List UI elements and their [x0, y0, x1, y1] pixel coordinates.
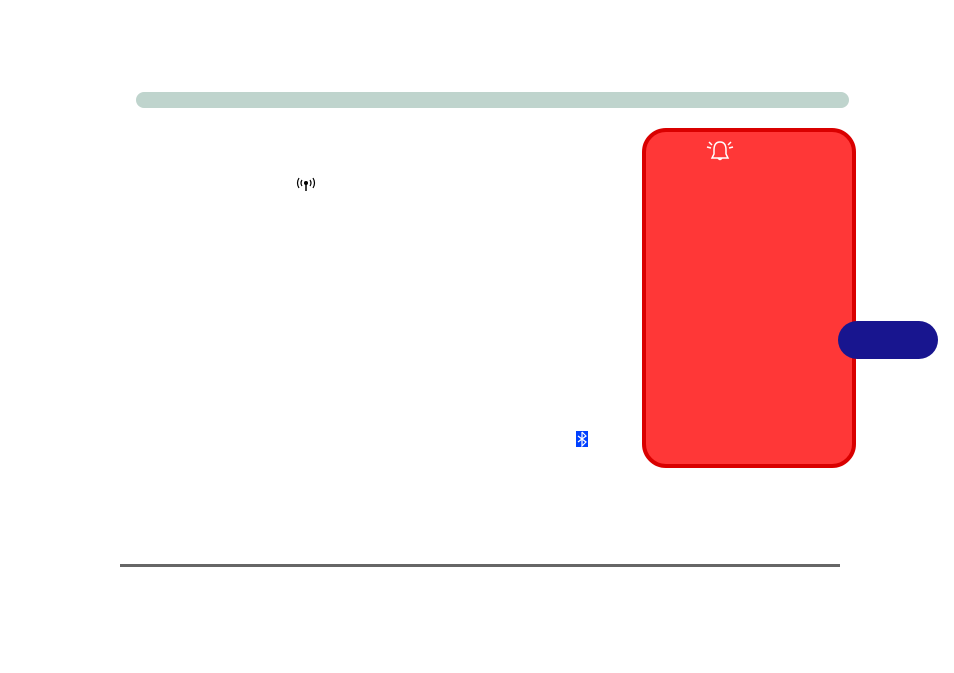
divider-line: [120, 564, 840, 567]
header-bar: [136, 92, 849, 108]
alert-panel: [642, 128, 856, 468]
bluetooth-icon: [576, 431, 588, 447]
right-side-tab[interactable]: [838, 321, 938, 359]
antenna-icon: [294, 177, 318, 196]
bell-icon: [706, 138, 734, 168]
